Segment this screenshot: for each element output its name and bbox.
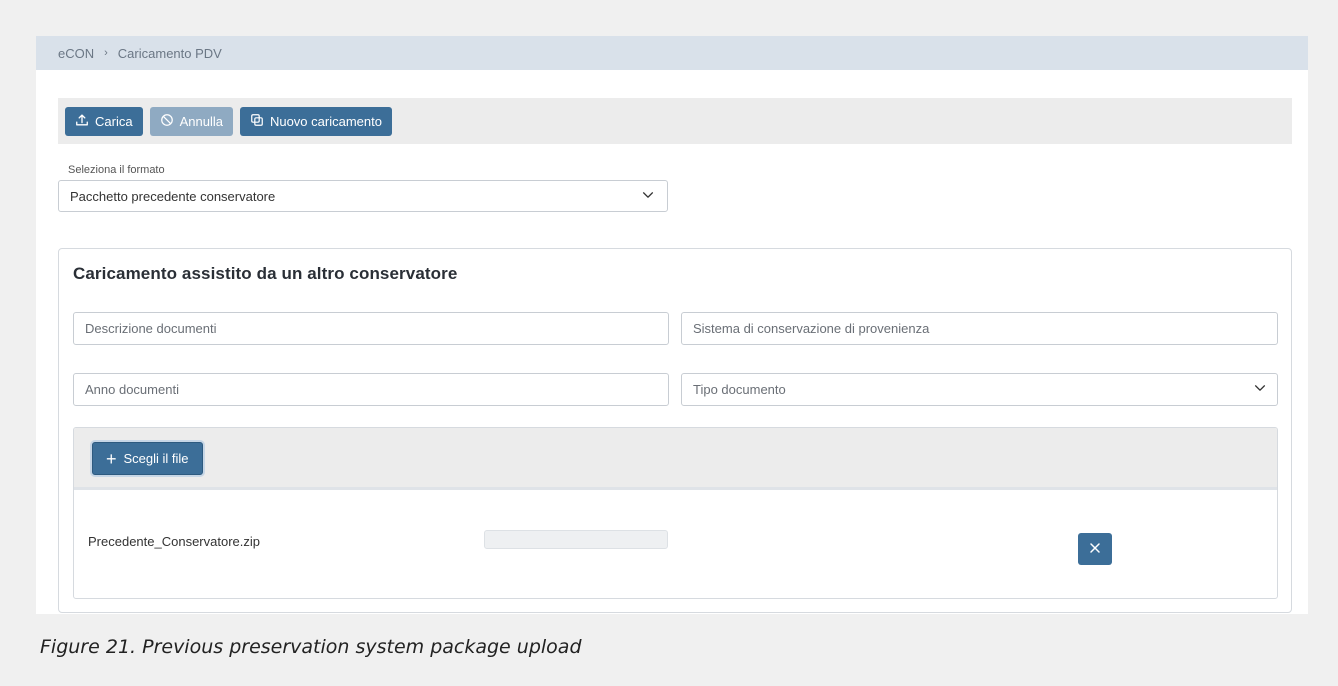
carica-button[interactable]: Carica [65, 106, 143, 136]
ban-icon [160, 113, 174, 130]
nuovo-caricamento-label: Nuovo caricamento [269, 113, 382, 129]
descrizione-documenti-input[interactable]: Descrizione documenti [73, 312, 669, 345]
carica-label: Carica [95, 113, 133, 129]
breadcrumb: eCON › Caricamento PDV [36, 36, 1308, 70]
upload-icon [75, 113, 89, 130]
annulla-label: Annulla [179, 113, 223, 129]
copy-icon [250, 113, 264, 130]
remove-file-button[interactable] [1078, 533, 1112, 565]
breadcrumb-current: Caricamento PDV [117, 45, 222, 61]
app-window: eCON › Caricamento PDV Carica Annulla Nu… [36, 36, 1308, 614]
upload-header: + Scegli il file [74, 428, 1277, 490]
breadcrumb-separator: › [104, 47, 108, 59]
upload-card: Caricamento assistito da un altro conser… [58, 248, 1292, 613]
annulla-button[interactable]: Annulla [149, 106, 233, 136]
sistema-placeholder: Sistema di conservazione di provenienza [693, 321, 930, 336]
tipo-placeholder: Tipo documento [693, 382, 786, 397]
file-name: Precedente_Conservatore.zip [88, 534, 260, 549]
format-select[interactable]: Pacchetto precedente conservatore [58, 180, 668, 212]
close-icon [1089, 542, 1101, 557]
file-upload: + Scegli il file Precedente_Conservatore… [73, 427, 1278, 599]
anno-placeholder: Anno documenti [85, 382, 179, 397]
breadcrumb-root[interactable]: eCON [58, 46, 94, 61]
toolbar: Carica Annulla Nuovo caricamento [58, 98, 1292, 144]
scegli-file-label: Scegli il file [123, 451, 189, 466]
chevron-down-icon [641, 188, 655, 205]
card-title: Caricamento assistito da un altro conser… [73, 264, 458, 283]
descrizione-placeholder: Descrizione documenti [85, 321, 217, 336]
format-selected-value: Pacchetto precedente conservatore [70, 188, 276, 204]
scegli-file-button[interactable]: + Scegli il file [92, 442, 203, 475]
anno-documenti-input[interactable]: Anno documenti [73, 373, 669, 406]
plus-icon: + [106, 448, 117, 469]
chevron-down-icon [1253, 381, 1267, 398]
nuovo-caricamento-button[interactable]: Nuovo caricamento [239, 106, 392, 136]
tipo-documento-select[interactable]: Tipo documento [681, 373, 1278, 406]
format-label: Seleziona il formato [68, 164, 165, 176]
figure-caption: Figure 21. Previous preservation system … [40, 636, 582, 658]
upload-progress-bar [484, 530, 668, 549]
sistema-conservazione-input[interactable]: Sistema di conservazione di provenienza [681, 312, 1278, 345]
